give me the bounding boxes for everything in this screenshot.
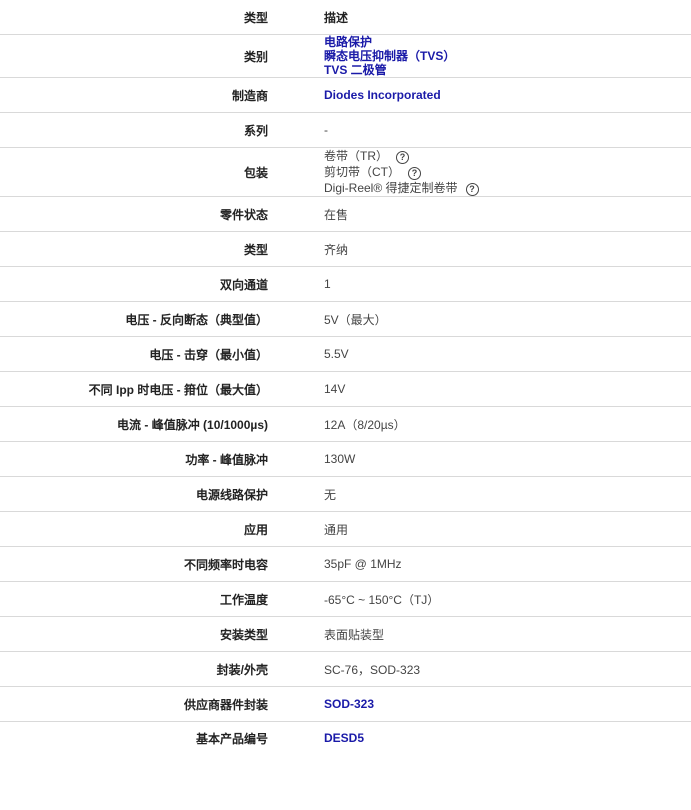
spec-value: 130W <box>324 441 691 477</box>
spec-row: 电压 - 反向断态（典型值） 5V（最大） <box>0 301 691 337</box>
help-icon[interactable]: ? <box>408 167 421 180</box>
spec-row: 双向通道 1 <box>0 266 691 302</box>
spec-row: 封装/外壳 SC-76，SOD-323 <box>0 651 691 687</box>
spec-value: 35pF @ 1MHz <box>324 546 691 582</box>
spec-value: -65°C ~ 150°C（TJ） <box>324 581 691 617</box>
spec-row: 电源线路保护 无 <box>0 476 691 512</box>
category-link-tvs-diodes[interactable]: TVS 二极管 <box>324 63 691 77</box>
spec-key: 电压 - 击穿（最小值） <box>0 336 268 372</box>
spec-row: 功率 - 峰值脉冲 130W <box>0 441 691 477</box>
series-key: 系列 <box>0 112 268 148</box>
help-icon[interactable]: ? <box>396 151 409 164</box>
category-link-circuit-protection[interactable]: 电路保护 <box>324 35 691 49</box>
spec-key: 功率 - 峰值脉冲 <box>0 441 268 477</box>
category-row: 类别 电路保护 瞬态电压抑制器（TVS） TVS 二极管 <box>0 34 691 78</box>
spec-key: 封装/外壳 <box>0 651 268 687</box>
spec-row: 电流 - 峰值脉冲 (10/1000µs) 12A（8/20µs） <box>0 406 691 442</box>
supplier-package-key: 供应商器件封装 <box>0 686 268 722</box>
spec-key: 安装类型 <box>0 616 268 652</box>
help-icon[interactable]: ? <box>465 183 479 196</box>
category-value: 电路保护 瞬态电压抑制器（TVS） TVS 二极管 <box>324 34 691 78</box>
header-key: 类型 <box>0 0 268 35</box>
spec-value: 在售 <box>324 196 691 232</box>
supplier-package-row: 供应商器件封装 SOD-323 <box>0 686 691 722</box>
spec-value: 表面贴装型 <box>324 616 691 652</box>
manufacturer-row: 制造商 Diodes Incorporated <box>0 77 691 113</box>
spec-value: 5V（最大） <box>324 301 691 337</box>
series-row: 系列 - <box>0 112 691 148</box>
category-link-tvs[interactable]: 瞬态电压抑制器（TVS） <box>324 49 691 63</box>
spec-row: 安装类型 表面贴装型 <box>0 616 691 652</box>
spec-value: SC-76，SOD-323 <box>324 651 691 687</box>
spec-row: 不同频率时电容 35pF @ 1MHz <box>0 546 691 582</box>
spec-row: 不同 Ipp 时电压 - 箝位（最大值） 14V <box>0 371 691 407</box>
supplier-package-link[interactable]: SOD-323 <box>324 697 691 711</box>
spec-value: 12A（8/20µs） <box>324 406 691 442</box>
spec-value: 5.5V <box>324 336 691 372</box>
packaging-row: 包装 卷带（TR）? 剪切带（CT）? Digi-Reel® 得捷定制卷带? <box>0 147 691 197</box>
base-part-key: 基本产品编号 <box>195 731 268 746</box>
spec-row: 应用 通用 <box>0 511 691 547</box>
packaging-option: 卷带（TR）? <box>324 148 691 164</box>
spec-key: 不同频率时电容 <box>0 546 268 582</box>
spec-table: 类型 描述 类别 电路保护 瞬态电压抑制器（TVS） TVS 二极管 制造商 D… <box>0 0 691 754</box>
spec-value: 14V <box>324 371 691 407</box>
packaging-option: Digi-Reel® 得捷定制卷带? <box>324 180 691 196</box>
series-value: - <box>324 112 691 148</box>
spec-key: 零件状态 <box>0 196 268 232</box>
spec-key: 类型 <box>0 231 268 267</box>
spec-value: 1 <box>324 266 691 302</box>
packaging-key: 包装 <box>0 147 268 197</box>
category-key: 类别 <box>0 34 268 78</box>
spec-key: 电压 - 反向断态（典型值） <box>0 301 268 337</box>
spec-row: 零件状态 在售 <box>0 196 691 232</box>
manufacturer-link[interactable]: Diodes Incorporated <box>324 88 691 102</box>
packaging-value: 卷带（TR）? 剪切带（CT）? Digi-Reel® 得捷定制卷带? <box>324 147 691 197</box>
spec-key: 电流 - 峰值脉冲 (10/1000µs) <box>0 406 268 442</box>
table-header-row: 类型 描述 <box>0 0 691 35</box>
packaging-option: 剪切带（CT）? <box>324 164 691 180</box>
spec-row: 类型 齐纳 <box>0 231 691 267</box>
spec-key: 不同 Ipp 时电压 - 箝位（最大值） <box>0 371 268 407</box>
spec-key: 工作温度 <box>0 581 268 617</box>
spec-value: 齐纳 <box>324 231 691 267</box>
spec-key: 电源线路保护 <box>0 476 268 512</box>
spec-row: 电压 - 击穿（最小值） 5.5V <box>0 336 691 372</box>
spec-value: 通用 <box>324 511 691 547</box>
base-part-row: 基本产品编号 DESD5 <box>0 722 691 755</box>
spec-value: 无 <box>324 476 691 512</box>
spec-key: 双向通道 <box>0 266 268 302</box>
header-value: 描述 <box>324 0 691 35</box>
base-part-link[interactable]: DESD5 <box>324 731 691 745</box>
spec-key: 应用 <box>0 511 268 547</box>
manufacturer-key: 制造商 <box>0 77 268 113</box>
spec-row: 工作温度 -65°C ~ 150°C（TJ） <box>0 581 691 617</box>
